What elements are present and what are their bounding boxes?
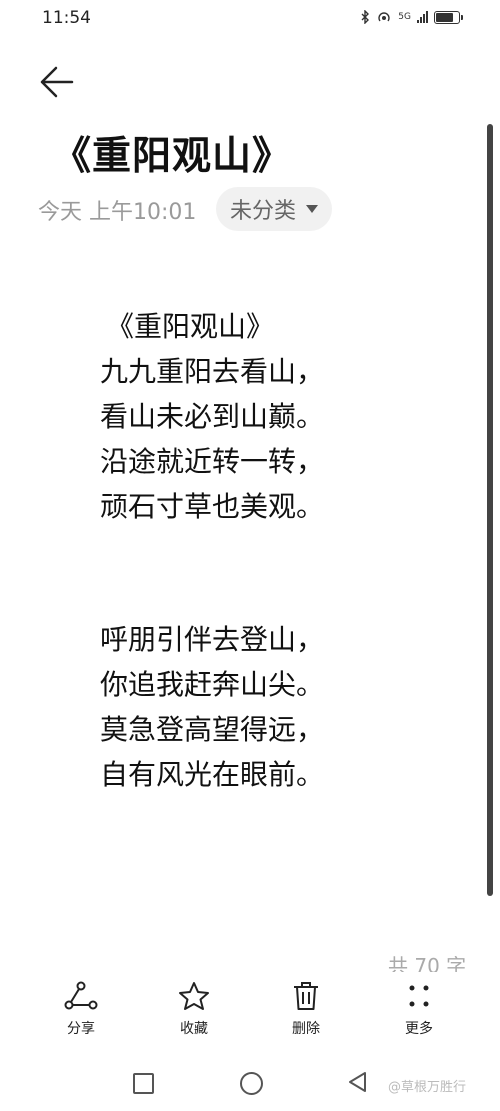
caret-down-icon [306, 205, 319, 213]
content-line: 自有风光在眼前。 [100, 758, 325, 791]
category-dropdown[interactable]: 未分类 [216, 187, 333, 231]
home-button[interactable] [240, 1072, 263, 1095]
content-line: 顽石寸草也美观。 [100, 490, 325, 523]
status-icons: 5G [360, 10, 463, 24]
share-label: 分享 [67, 1021, 95, 1037]
share-icon [64, 981, 98, 1010]
arrow-left-icon [40, 66, 74, 98]
triangle-back-icon [349, 1072, 366, 1092]
content-line: 九九重阳去看山， [100, 355, 325, 388]
network-label: 5G [398, 12, 411, 22]
delete-label: 删除 [292, 1021, 320, 1037]
content-line: 莫急登高望得远， [100, 713, 325, 746]
hotspot-icon [378, 12, 390, 22]
content-line: 你追我赶奔山尖。 [100, 668, 325, 701]
note-title[interactable]: 《重阳观山》 [52, 125, 292, 181]
system-back-button[interactable] [346, 1070, 368, 1098]
stanza-gap [100, 529, 430, 617]
note-content[interactable]: 《重阳观山》 九九重阳去看山， 看山未必到山巅。 沿途就近转一转， 顽石寸草也美… [100, 304, 430, 797]
delete-button[interactable]: 删除 [261, 980, 351, 1038]
content-line: 沿途就近转一转， [100, 445, 325, 478]
scrollbar[interactable] [487, 124, 493, 896]
share-button[interactable]: 分享 [36, 980, 126, 1038]
content-line: 呼朋引伴去登山， [100, 623, 325, 656]
more-label: 更多 [405, 1021, 433, 1037]
category-label: 未分类 [230, 199, 297, 224]
bluetooth-icon [361, 10, 370, 24]
status-time: 11:54 [42, 8, 91, 28]
more-button[interactable]: 更多 [374, 980, 464, 1038]
signal-icon [417, 11, 428, 23]
star-icon [179, 982, 209, 1010]
trash-icon [294, 982, 318, 1010]
watermark: @草根万胜行 [388, 1080, 467, 1095]
content-line: 看山未必到山巅。 [100, 400, 325, 433]
favorite-label: 收藏 [180, 1021, 208, 1037]
favorite-button[interactable]: 收藏 [149, 980, 239, 1038]
recent-apps-button[interactable] [133, 1073, 154, 1094]
battery-icon [434, 10, 463, 24]
more-dots-icon [409, 985, 429, 1007]
note-date: 今天 上午10:01 [38, 200, 197, 225]
content-line: 《重阳观山》 [106, 310, 275, 343]
word-count: 共 70 字 [388, 954, 467, 972]
bottom-toolbar: 分享 收藏 删除 更多 [0, 980, 500, 1050]
back-button[interactable] [36, 62, 76, 102]
